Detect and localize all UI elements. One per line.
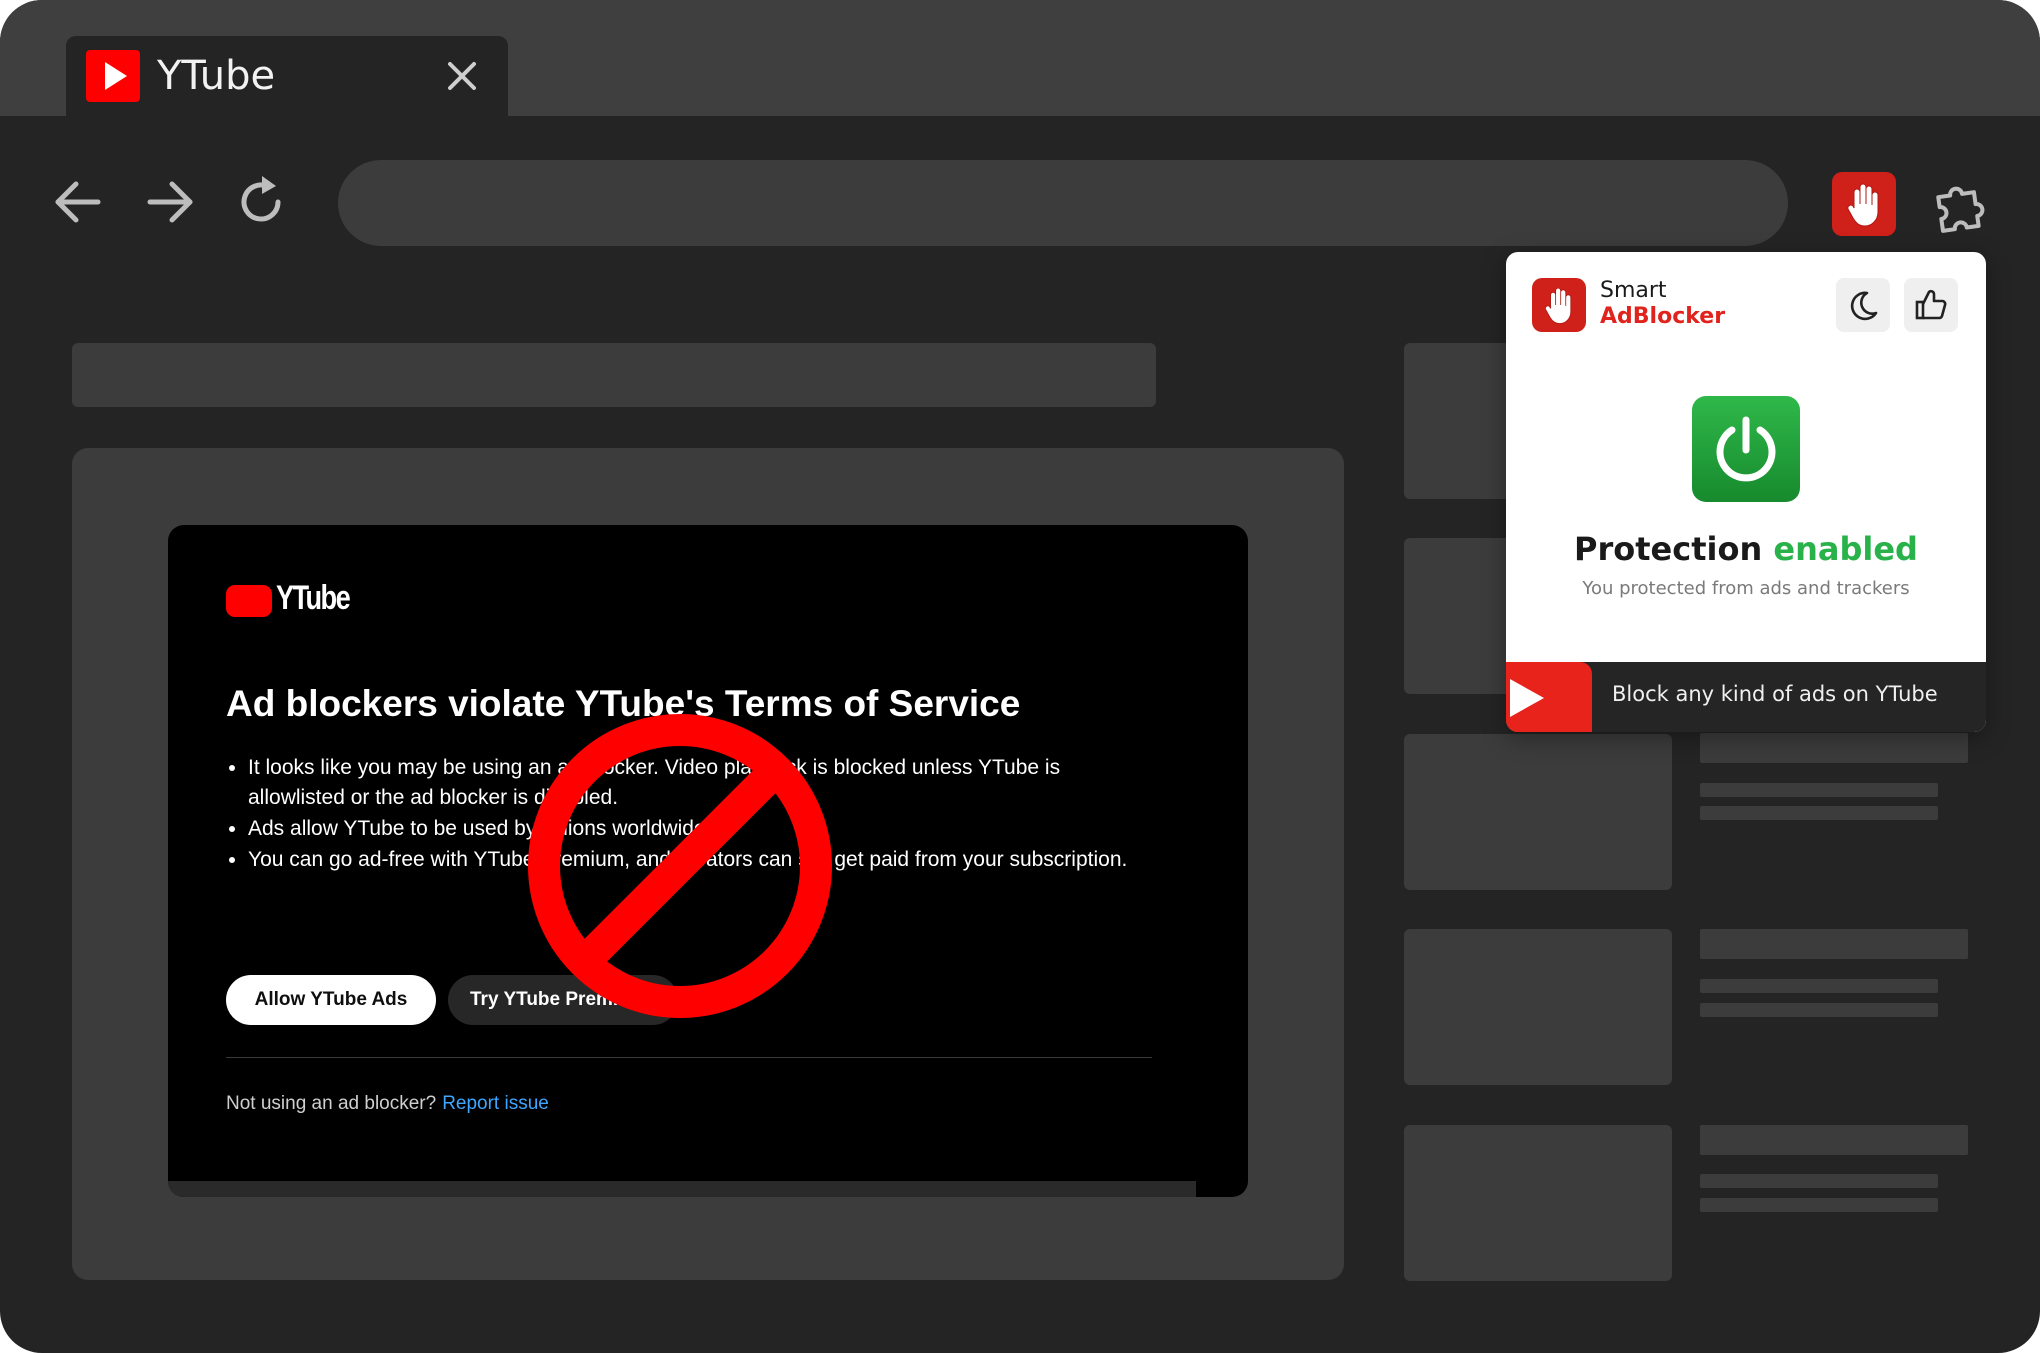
sidebar-title-placeholder [1700, 1125, 1968, 1155]
promo-text: Block any kind of ads on YTube [1612, 682, 1938, 706]
tab-strip: YTube [0, 0, 2040, 116]
sidebar-meta-placeholder [1700, 783, 1938, 797]
adblocker-popup: Smart AdBlocker Protection enabled You p… [1506, 252, 1986, 732]
status-title-text: Protection [1574, 530, 1763, 568]
protection-status: Protection enabled [1506, 530, 1986, 568]
prohibited-icon [520, 706, 840, 1026]
ytube-logo-mark-icon [226, 585, 272, 617]
address-bar[interactable] [338, 160, 1788, 246]
dialog-divider [226, 1057, 1152, 1058]
adblocker-logo-icon [1532, 278, 1586, 332]
play-icon [1506, 662, 1592, 732]
brand-name-line1: Smart [1600, 278, 1667, 303]
brand-name-line2: AdBlocker [1600, 304, 1726, 329]
thumbs-up-icon [1915, 289, 1947, 320]
sidebar-meta-placeholder [1700, 806, 1938, 820]
ytube-logo-text: YTube [276, 579, 351, 617]
sidebar-thumbnail-placeholder [1404, 734, 1672, 890]
reload-icon[interactable] [232, 172, 292, 232]
page-header-placeholder [72, 343, 1156, 407]
close-icon[interactable] [440, 54, 484, 98]
status-subtitle: You protected from ads and trackers [1582, 578, 1910, 599]
hand-stop-icon [1847, 183, 1879, 227]
sidebar-meta-placeholder [1700, 1198, 1938, 1212]
moon-icon [1850, 291, 1878, 321]
back-arrow-icon[interactable] [48, 172, 108, 232]
sidebar-meta-placeholder [1700, 1003, 1938, 1017]
sidebar-title-placeholder [1700, 929, 1968, 959]
browser-tab[interactable]: YTube [66, 36, 508, 116]
sidebar-thumbnail-placeholder [1404, 1125, 1672, 1281]
power-icon [1716, 416, 1776, 482]
allow-ads-button[interactable]: Allow YTube Ads [226, 975, 436, 1025]
sidebar-thumbnail-placeholder [1404, 929, 1672, 1085]
forward-arrow-icon[interactable] [140, 172, 200, 232]
status-accent-text: enabled [1773, 530, 1918, 568]
footer-text: Not using an ad blocker? [226, 1093, 437, 1114]
dialog-progress-strip [168, 1181, 1196, 1197]
sidebar-title-placeholder [1700, 733, 1968, 763]
browser-window: YTube YTube Ad blockers violate YTube's … [0, 0, 2040, 1353]
ytube-favicon-icon [86, 50, 140, 102]
dialog-footer: Not using an ad blocker? Report issue [226, 1093, 549, 1115]
report-issue-link[interactable]: Report issue [442, 1093, 549, 1114]
protection-toggle-button[interactable] [1692, 396, 1800, 502]
sidebar-meta-placeholder [1700, 979, 1938, 993]
dark-mode-button[interactable] [1836, 278, 1890, 332]
rate-button[interactable] [1904, 278, 1958, 332]
tab-title: YTube [157, 53, 276, 99]
extensions-puzzle-icon[interactable] [1930, 172, 1994, 236]
ytube-promo-banner[interactable]: Block any kind of ads on YTube [1506, 662, 1986, 732]
sidebar-meta-placeholder [1700, 1174, 1938, 1188]
adblocker-extension-button[interactable] [1832, 172, 1896, 236]
